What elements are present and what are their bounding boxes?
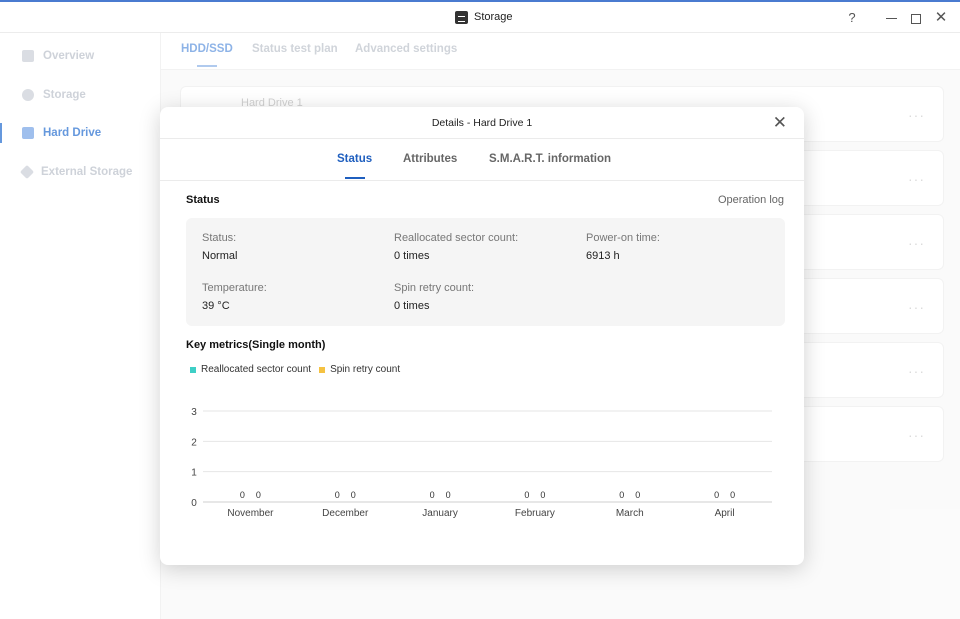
key-metrics-chart: 0 1 2 3 November 0 0 December 0 0 January 0 0 Februar… — [191, 407, 772, 519]
tab-attributes[interactable]: Attributes — [403, 153, 457, 165]
data-label: 0 — [335, 490, 340, 500]
x-tick-label: April — [715, 508, 735, 519]
reallocated-field: Reallocated sector count: 0 times — [394, 232, 518, 262]
minimize-button[interactable] — [881, 8, 901, 28]
tab-status[interactable]: Status — [337, 153, 372, 179]
temperature-label: Temperature: — [202, 282, 267, 294]
temperature-field: Temperature: 39 °C — [202, 282, 267, 312]
status-value: Normal — [202, 250, 238, 262]
legend-item-spin-retry[interactable]: Spin retry count — [319, 364, 400, 375]
data-label: 0 — [256, 490, 261, 500]
maximize-button[interactable] — [906, 8, 926, 28]
key-metrics-title: Key metrics(Single month) — [186, 339, 326, 351]
power-on-value: 6913 h — [586, 250, 620, 262]
y-tick-label: 3 — [191, 407, 197, 418]
data-label: 0 — [524, 490, 529, 500]
data-label: 0 — [446, 490, 451, 500]
temperature-value: 39 °C — [202, 300, 230, 312]
legend-swatch-spin-retry — [319, 366, 326, 373]
x-tick-label: March — [616, 508, 644, 519]
tab-smart-information[interactable]: S.M.A.R.T. information — [489, 153, 611, 165]
legend-label-reallocated: Reallocated sector count — [201, 364, 312, 375]
data-label: 0 — [430, 490, 435, 500]
data-label: 0 — [619, 490, 624, 500]
storage-app-icon — [455, 11, 468, 24]
dialog-tabs: Status Attributes S.M.A.R.T. information — [160, 139, 804, 181]
legend-label-spin-retry: Spin retry count — [330, 364, 401, 375]
legend-item-reallocated[interactable]: Reallocated sector count — [190, 364, 311, 375]
status-field: Status: Normal — [202, 232, 237, 262]
operation-log-link[interactable]: Operation log — [718, 194, 784, 206]
y-tick-label: 2 — [191, 437, 197, 448]
details-dialog: Details - Hard Drive 1 ✕ Status Attribut… — [160, 107, 804, 565]
status-section-title: Status — [186, 194, 220, 206]
data-label: 0 — [730, 490, 735, 500]
reallocated-label: Reallocated sector count: — [394, 232, 519, 244]
legend-swatch-reallocated — [190, 366, 196, 373]
x-tick-label: December — [322, 508, 369, 519]
window-title: Storage — [474, 11, 513, 23]
spin-retry-label: Spin retry count: — [394, 282, 475, 294]
x-tick-label: November — [227, 508, 274, 519]
reallocated-value: 0 times — [394, 250, 430, 262]
maximize-icon — [911, 13, 921, 24]
data-label: 0 — [714, 490, 719, 500]
dialog-title: Details - Hard Drive 1 — [431, 117, 533, 129]
help-button[interactable]: ? — [842, 8, 862, 28]
dialog-close-button[interactable]: ✕ — [773, 113, 787, 133]
close-window-button[interactable]: ✕ — [931, 8, 951, 28]
y-tick-label: 1 — [191, 468, 197, 479]
x-tick-label: February — [515, 508, 555, 519]
y-tick-label: 0 — [191, 498, 197, 509]
power-on-field: Power-on time: 6913 h — [586, 232, 660, 262]
data-label: 0 — [635, 490, 640, 500]
minimize-icon — [885, 18, 897, 20]
title-bar: Storage ? ✕ — [0, 0, 960, 33]
dialog-header: Details - Hard Drive 1 ✕ — [160, 107, 804, 139]
x-tick-label: January — [422, 508, 458, 519]
status-panel: Status: Normal Reallocated sector count:… — [186, 218, 785, 326]
chart-legend: Reallocated sector count Spin retry coun… — [190, 364, 408, 375]
data-label: 0 — [540, 490, 545, 500]
spin-retry-field: Spin retry count: 0 times — [394, 282, 474, 312]
data-label: 0 — [240, 490, 245, 500]
spin-retry-value: 0 times — [394, 300, 430, 312]
status-label: Status: — [202, 232, 237, 244]
data-label: 0 — [351, 490, 356, 500]
power-on-label: Power-on time: — [586, 232, 660, 244]
